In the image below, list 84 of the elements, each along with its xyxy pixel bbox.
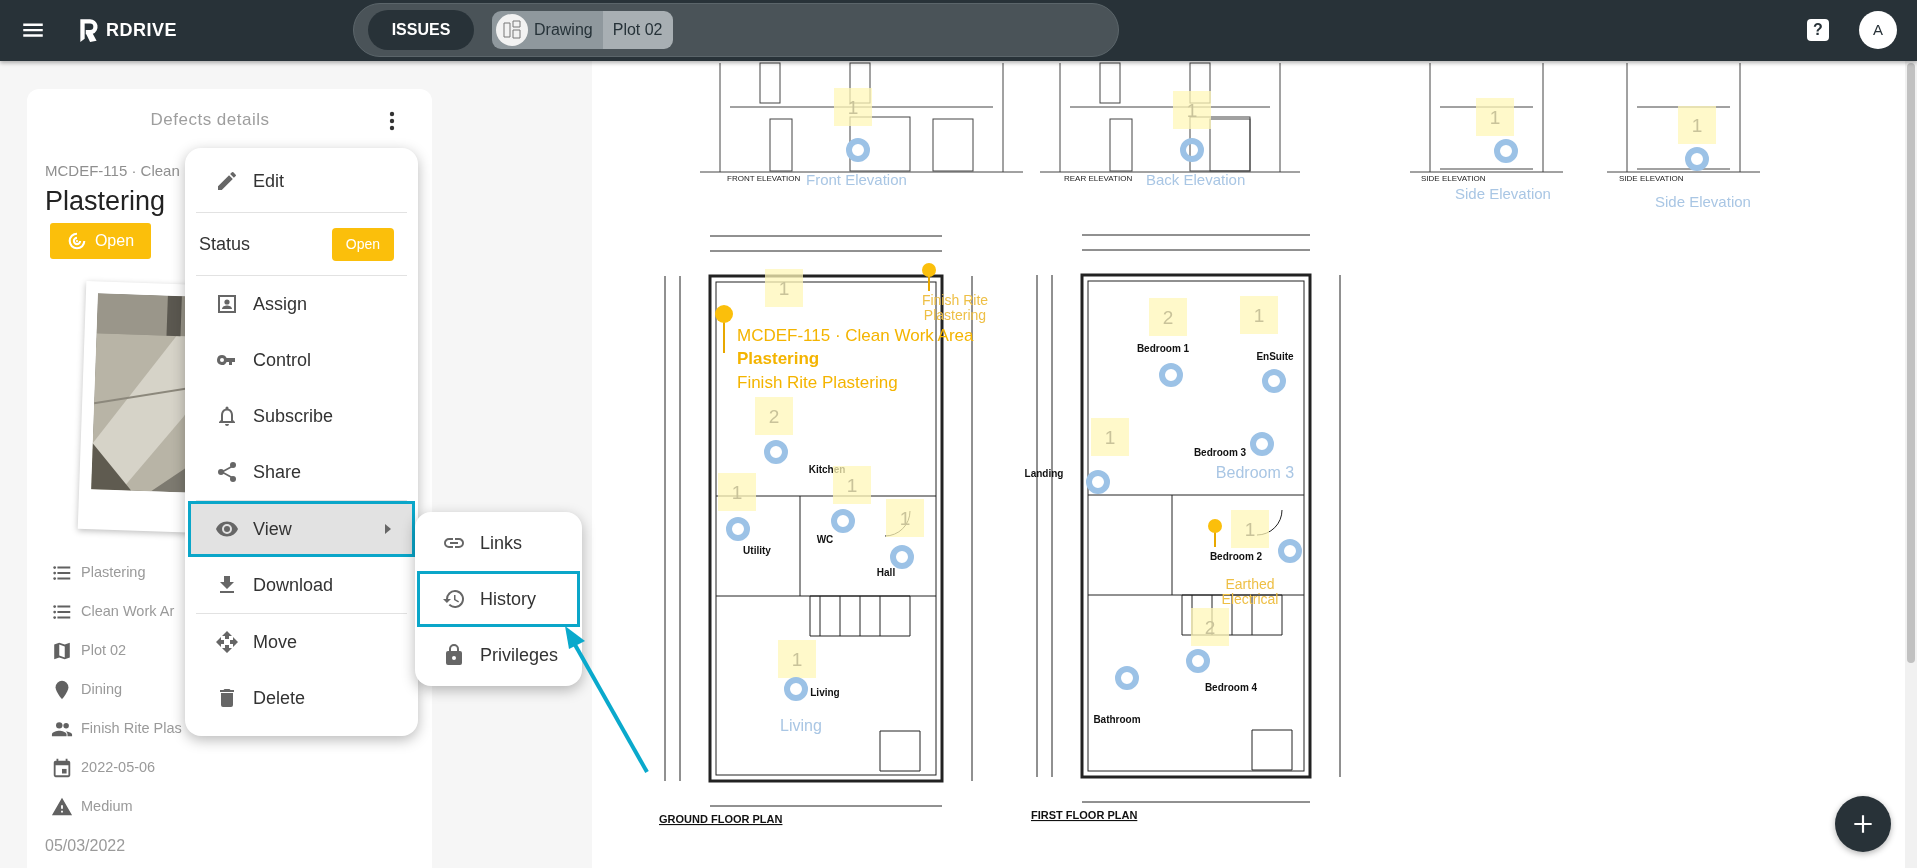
ring-marker-icon <box>890 544 914 569</box>
pencil-icon <box>215 169 239 193</box>
created-date: 05/03/2022 <box>45 836 127 857</box>
detail-text: Plot 02 <box>81 640 127 660</box>
calendar-icon <box>51 756 73 779</box>
room-label: EnSuite <box>1256 350 1294 362</box>
detail-text: Medium <box>81 796 133 816</box>
area-label: Side Elevation <box>1455 184 1551 202</box>
menu-label: Status <box>199 232 251 256</box>
ring-marker-icon <box>1186 648 1210 673</box>
room-label: Bedroom 1 <box>1136 342 1190 354</box>
room-label: Bedroom 3 <box>1193 446 1247 458</box>
room-label: Bedroom 2 <box>1209 550 1263 562</box>
ring-marker-icon <box>1278 538 1302 563</box>
ring-marker-icon <box>784 676 808 701</box>
menu-item[interactable]: View <box>188 501 415 557</box>
menu-item[interactable]: Share <box>188 444 415 500</box>
elevation-title: SIDE ELEVATION <box>1619 173 1684 183</box>
menu-item[interactable]: Links <box>417 515 580 571</box>
detail-text: Dining <box>81 679 123 699</box>
add-button[interactable] <box>1835 796 1891 852</box>
defect-code: MCDEF-115 · Clean <box>45 161 180 182</box>
ring-marker-icon <box>1086 469 1110 494</box>
area-label: Bedroom 3 <box>1215 463 1295 481</box>
room-label: WC <box>816 533 834 545</box>
ring-marker-icon <box>764 439 788 464</box>
menu-item[interactable]: Privileges <box>417 627 580 683</box>
radar-icon <box>66 231 87 252</box>
issues-tab[interactable]: ISSUES <box>368 10 474 51</box>
room-label: Bedroom 4 <box>1204 681 1258 693</box>
ring-marker-icon <box>1115 665 1139 690</box>
card-title: Defects details <box>149 108 271 131</box>
detail-text: 2022-05-06 <box>81 757 156 777</box>
room-label: Kitchen <box>808 463 846 475</box>
elevation-title: REAR ELEVATION <box>1064 173 1133 183</box>
menu-item[interactable]: Assign <box>188 276 415 332</box>
ring-marker-icon <box>831 508 855 533</box>
plan-title: GROUND FLOOR PLAN <box>659 812 783 825</box>
contact-card-icon <box>215 292 239 316</box>
breadcrumb-link[interactable]: Plot 02 <box>602 11 673 50</box>
room-label: Bathroom <box>1093 713 1141 725</box>
elevation-title: SIDE ELEVATION <box>1421 173 1486 183</box>
share-icon <box>215 460 239 484</box>
area-label: Front Elevation <box>806 170 907 188</box>
elevation-title: FRONT ELEVATION <box>727 173 801 183</box>
ring-marker-icon <box>1685 146 1709 171</box>
area-label: Side Elevation <box>1655 192 1751 210</box>
area-label: Back Elevation <box>1146 170 1246 188</box>
plan-title: FIRST FLOOR PLAN <box>1031 808 1138 821</box>
move-arrows-icon <box>215 630 239 654</box>
menu-item[interactable]: Download <box>188 557 415 613</box>
menu-item[interactable]: Control <box>188 332 415 388</box>
pin-icon <box>922 262 936 292</box>
pin-icon <box>715 304 733 354</box>
ring-marker-icon <box>1180 137 1204 162</box>
ring-marker-icon <box>1494 138 1518 163</box>
menu-item[interactable]: Delete <box>188 670 415 726</box>
room-label: Landing <box>1024 467 1064 479</box>
user-avatar[interactable]: A <box>1859 11 1897 50</box>
detail-text: Finish Rite Plas <box>81 718 182 738</box>
drawing-thumbnail-icon <box>496 14 528 47</box>
detail-text: Clean Work Ar <box>81 601 175 621</box>
room-label: Utility <box>743 544 771 556</box>
pin-icon <box>1208 518 1222 548</box>
defect-title: Plastering <box>45 184 167 218</box>
menu-item[interactable]: Move <box>188 614 415 670</box>
ring-marker-icon <box>1262 368 1286 393</box>
menu-item[interactable]: Edit <box>188 150 415 212</box>
ring-marker-icon <box>1159 362 1183 387</box>
ring-marker-icon <box>1250 431 1274 456</box>
room-label: Living <box>810 686 840 698</box>
help-button[interactable]: ? <box>1807 19 1829 42</box>
menu-item[interactable]: History <box>417 571 580 627</box>
history-icon <box>442 587 466 611</box>
room-label: Hall <box>876 566 896 578</box>
defect-label: Finish Rite Plastering <box>737 372 898 392</box>
ring-marker-icon <box>726 516 750 541</box>
scrollbar-thumb[interactable] <box>1907 62 1915 663</box>
detail-text: Plastering <box>81 562 146 582</box>
menu-item[interactable]: Subscribe <box>188 388 415 444</box>
logo-text: RDRIVE <box>106 18 177 42</box>
defect-label: Plastering <box>737 348 820 368</box>
area-label: Living <box>780 716 822 734</box>
ring-marker-icon <box>846 137 870 162</box>
